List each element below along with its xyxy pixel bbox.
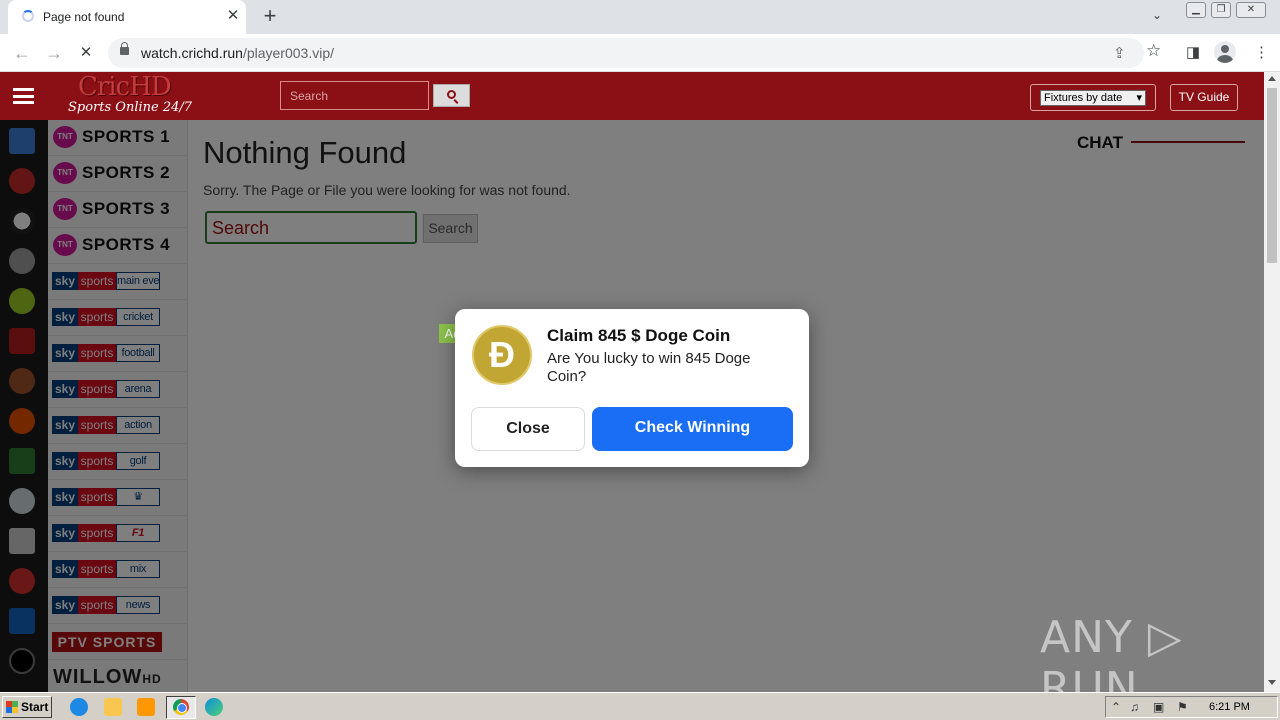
search-icon (447, 90, 456, 99)
fixtures-dropdown-wrapper: Fixtures by date ▾ (1030, 84, 1156, 111)
scrollbar-thumb[interactable] (1267, 88, 1277, 263)
internet-explorer-icon[interactable] (70, 698, 88, 716)
forward-button[interactable]: → (42, 41, 66, 65)
system-tray: ⌃ ♫ ▣ ⚑ 6:21 PM (1105, 696, 1278, 718)
taskbar-clock[interactable]: 6:21 PM (1209, 701, 1250, 713)
ad-title: Claim 845 $ Doge Coin (547, 326, 731, 345)
tray-expand-icon[interactable]: ⌃ (1111, 700, 1121, 714)
page-scrollbar[interactable] (1264, 72, 1280, 692)
ad-close-button[interactable]: Close (471, 407, 585, 451)
tv-guide-button[interactable]: TV Guide (1170, 84, 1238, 111)
chrome-taskbar-button[interactable] (166, 696, 196, 719)
back-button[interactable]: ← (10, 41, 34, 65)
header-search-input[interactable]: Search (280, 81, 429, 110)
network-icon[interactable]: ▣ (1153, 700, 1164, 714)
dogecoin-icon: Ð (472, 325, 532, 385)
hamburger-menu-icon[interactable] (13, 88, 34, 104)
fixtures-select[interactable]: Fixtures by date ▾ (1040, 90, 1146, 106)
site-logo-tagline: Sports Online 24/7 (68, 100, 193, 115)
bookmark-star-icon[interactable]: ☆ (1146, 41, 1161, 61)
tab-close-icon[interactable]: ✕ (224, 7, 242, 25)
fixtures-select-value: Fixtures by date (1044, 92, 1123, 104)
side-panel-icon[interactable]: ◨ (1186, 43, 1200, 61)
address-bar[interactable]: watch.crichd.run/player003.vip/ ⇪ (108, 38, 1144, 68)
url-text[interactable]: watch.crichd.run/player003.vip/ (141, 45, 334, 61)
header-search-button[interactable] (433, 84, 470, 107)
windows-taskbar: Start ⌃ ♫ ▣ ⚑ 6:21 PM (0, 692, 1280, 720)
new-tab-button[interactable]: + (259, 5, 281, 27)
browser-toolbar: ← → ✕ watch.crichd.run/player003.vip/ ⇪ … (0, 34, 1280, 72)
action-center-flag-icon[interactable]: ⚑ (1177, 700, 1188, 714)
start-button[interactable]: Start (2, 696, 52, 718)
chevron-down-icon: ▾ (1136, 92, 1142, 104)
browser-tab[interactable]: Page not found ✕ (8, 0, 246, 34)
tab-search-chevron-icon[interactable]: ⌄ (1152, 8, 1162, 22)
check-winning-button[interactable]: Check Winning (592, 407, 793, 451)
scroll-up-arrow-icon[interactable] (1268, 76, 1276, 81)
url-host: watch.crichd.run (141, 45, 243, 61)
stop-loading-button[interactable]: ✕ (74, 41, 98, 65)
media-player-icon[interactable] (137, 698, 155, 716)
window-close-button[interactable]: ✕ (1236, 2, 1266, 18)
loading-spinner-icon (22, 10, 34, 22)
browser-tab-strip: Page not found ✕ + ⌄ ▁ ❐ ✕ (0, 0, 1280, 34)
chrome-icon (173, 699, 189, 715)
menu-dots-icon[interactable]: ⋮ (1254, 43, 1269, 61)
start-label: Start (21, 700, 49, 714)
ad-body-text: Are You lucky to win 845 Doge Coin? (547, 350, 751, 385)
site-header: CricHD Sports Online 24/7 Search Fixture… (0, 72, 1264, 120)
share-icon[interactable]: ⇪ (1113, 44, 1126, 62)
profile-avatar-icon[interactable] (1214, 41, 1236, 63)
file-explorer-icon[interactable] (104, 698, 122, 716)
dogecoin-symbol: Ð (489, 334, 515, 375)
minimize-button[interactable]: ▁ (1186, 2, 1206, 18)
edge-icon[interactable] (205, 698, 223, 716)
ad-popup: Ð Claim 845 $ Doge Coin Are You lucky to… (455, 309, 809, 467)
windows-logo-icon (6, 701, 18, 713)
site-logo[interactable]: CricHD (78, 72, 172, 102)
lock-icon[interactable] (120, 42, 129, 55)
volume-icon[interactable]: ♫ (1130, 700, 1139, 714)
restore-button[interactable]: ❐ (1211, 2, 1231, 18)
url-path: /player003.vip/ (242, 45, 334, 61)
tab-title: Page not found (43, 10, 125, 24)
